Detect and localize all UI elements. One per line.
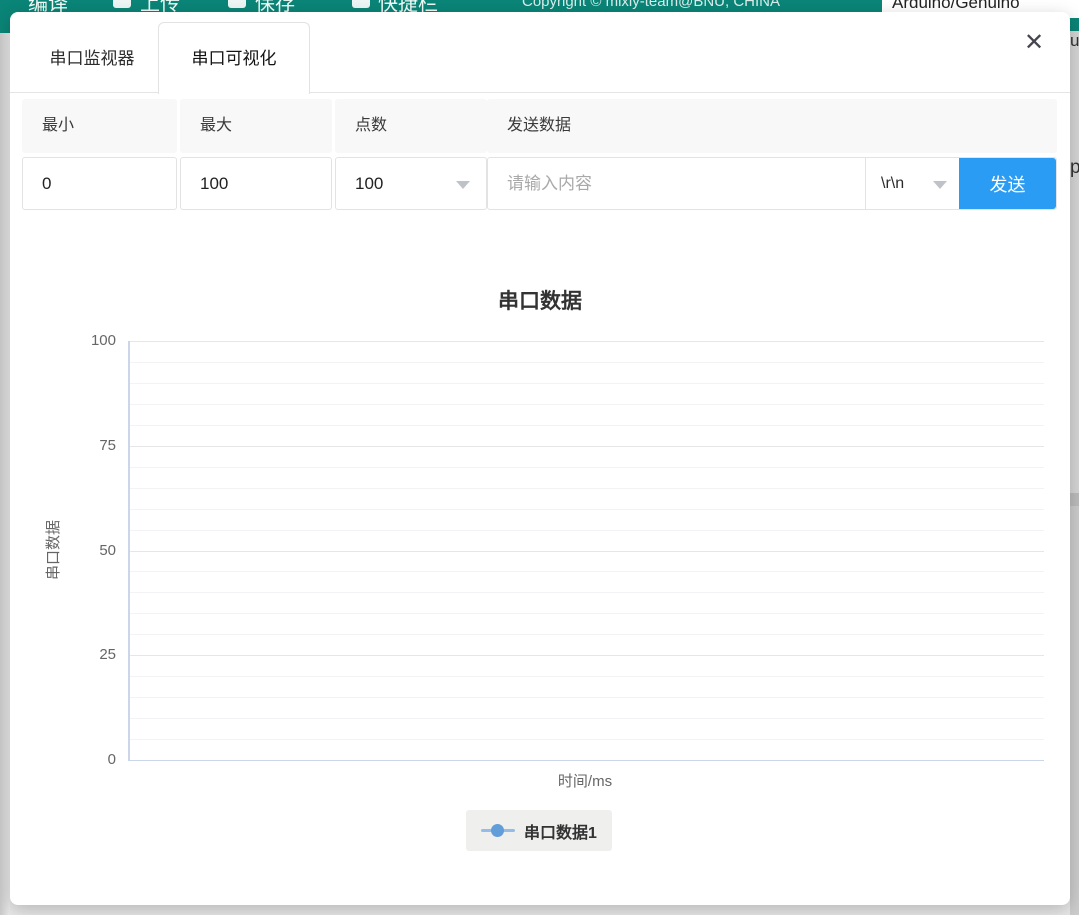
serial-dialog: 串口监视器 串口可视化 ✕ 最小 最大 点数 发送数据 \r\n 发送 串口数据… [10,12,1070,905]
copyright-text: Copyright © mixly-team@BNU, CHINA [522,0,780,10]
gridline [130,718,1044,719]
tab-serial-visualizer[interactable]: 串口可视化 [158,22,310,94]
upload-icon [113,0,131,8]
y-tick-labels: 0255075100 [30,341,116,760]
header-send-data: 发送数据 [487,99,1057,153]
gridline [130,697,1044,698]
min-input[interactable] [23,158,176,209]
send-group: \r\n 发送 [487,157,1057,210]
tab-serial-monitor[interactable]: 串口监视器 [22,34,162,84]
toolbar-right-edge [1070,18,1079,31]
y-tick-label: 0 [30,750,116,770]
y-axis-label: 串口数据 [44,490,64,610]
gridline [130,530,1044,531]
gridline [130,362,1044,363]
dialog-tabbar: 串口监视器 串口可视化 ✕ [10,12,1070,93]
gridline [130,404,1044,405]
line-ending-select[interactable]: \r\n [866,158,959,209]
chevron-down-icon [456,181,470,189]
edge-text-fragment-top: u [1070,31,1079,51]
edge-text-fragment-mid: p [1070,157,1079,179]
gridline [130,425,1044,426]
chart-title: 串口数据 [30,285,1050,315]
send-input[interactable] [488,158,865,209]
header-points: 点数 [335,99,487,153]
gridline [130,341,1044,342]
page-right-edge: u p [1070,31,1079,915]
gridline [130,488,1044,489]
points-select-cell[interactable] [335,157,487,210]
gridline [130,676,1044,677]
header-min: 最小 [22,99,177,153]
edge-lower-area [1070,506,1079,915]
legend-label: 串口数据1 [524,819,597,843]
max-input[interactable] [181,158,331,209]
y-tick-label: 50 [30,541,116,561]
gridline [130,551,1044,552]
line-marker-icon [481,823,515,838]
plot-area [128,341,1044,761]
y-tick-label: 25 [30,645,116,665]
gridline [130,446,1044,447]
line-ending-value: \r\n [881,175,904,192]
y-tick-label: 75 [30,436,116,456]
save-icon [228,0,246,8]
send-input-cell [488,158,866,209]
legend-item-series1[interactable]: 串口数据1 [466,810,612,851]
gridline [130,383,1044,384]
gridline [130,655,1044,656]
close-icon[interactable]: ✕ [1019,28,1049,58]
serial-chart: 串口数据 0 25 50 75 100 串口数据 时间/ms 串口数据1 [30,262,1050,882]
shortcut-icon [352,0,370,8]
chevron-down-icon [933,181,947,189]
gridline [130,592,1044,593]
gridline [130,509,1044,510]
header-max: 最大 [180,99,332,153]
page-left-edge [0,33,10,915]
gridline [130,571,1044,572]
edge-scrollbar-thumb[interactable] [1070,493,1079,506]
max-input-cell [180,157,332,210]
send-button[interactable]: 发送 [959,158,1056,209]
min-input-cell [22,157,177,210]
legend-dot [491,824,504,837]
y-tick-label: 100 [30,331,116,351]
gridline [130,467,1044,468]
x-axis-label: 时间/ms [128,770,1042,791]
gridline [130,613,1044,614]
gridline [130,634,1044,635]
gridline [130,739,1044,740]
